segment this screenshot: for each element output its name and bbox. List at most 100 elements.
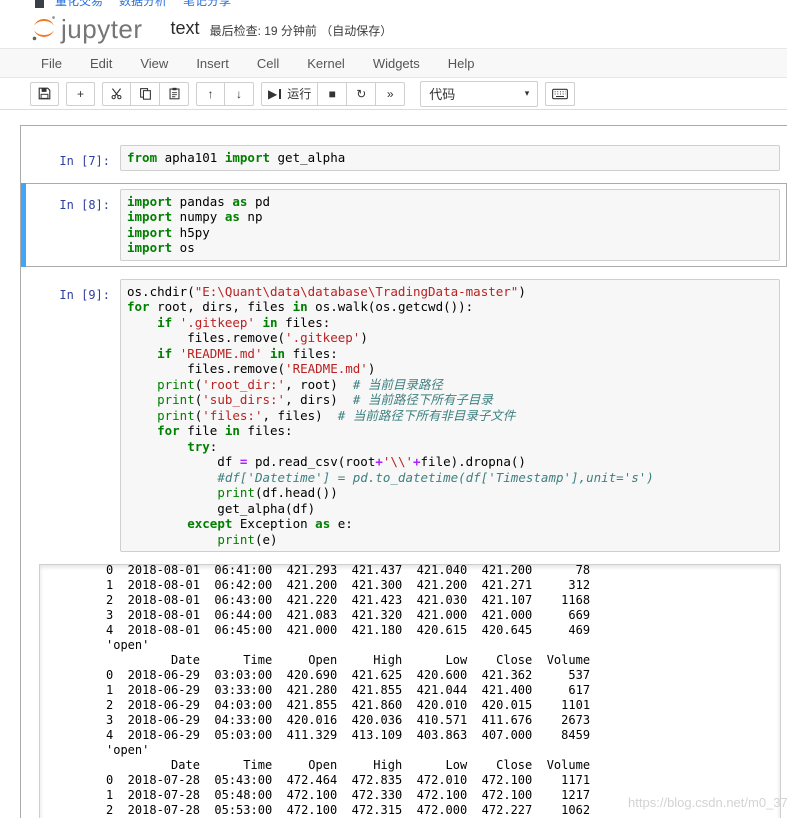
code-token	[172, 346, 180, 361]
code-token: 'files:'	[202, 408, 262, 423]
code-token	[127, 516, 187, 531]
code-token: h5py	[172, 225, 210, 240]
top-link[interactable]: 笔记分享	[183, 0, 231, 8]
notebook-cells: In [7]:from apha101 import get_alpha In […	[21, 139, 787, 558]
code-token: numpy	[172, 209, 225, 224]
code-input-area[interactable]: from apha101 import get_alpha	[120, 145, 780, 171]
notebook-header: jupyter text 最后检查: 19 分钟前 （自动保存）	[0, 8, 787, 48]
move-cell-up-button[interactable]: ↑	[196, 82, 225, 106]
dropdown-caret-icon: ▾	[525, 88, 530, 99]
menu-kernel[interactable]: Kernel	[293, 56, 359, 71]
move-cell-down-button[interactable]: ↓	[225, 82, 254, 106]
menu-help[interactable]: Help	[434, 56, 489, 71]
code-line: import os	[127, 240, 773, 256]
add-cell-button[interactable]: +	[66, 82, 95, 106]
code-token: , root)	[285, 377, 353, 392]
code-token: import	[127, 209, 172, 224]
command-palette-button[interactable]	[545, 82, 575, 106]
menu-view[interactable]: View	[126, 56, 182, 71]
code-token: as	[315, 516, 330, 531]
input-prompt: In [8]:	[22, 189, 120, 261]
code-line: files.remove('.gitkeep')	[127, 330, 773, 346]
menu-insert[interactable]: Insert	[182, 56, 243, 71]
restart-kernel-button[interactable]: ↻	[347, 82, 376, 106]
run-icon-bar	[279, 89, 281, 99]
code-token: import	[225, 150, 270, 165]
menu-widgets[interactable]: Widgets	[359, 56, 434, 71]
code-token: in	[270, 346, 285, 361]
code-token: # 当前路径下所有子目录	[353, 392, 493, 407]
code-line: if '.gitkeep' in files:	[127, 315, 773, 331]
move-up-icon: ↑	[208, 88, 214, 100]
code-token: os.walk(os.getcwd()):	[308, 299, 474, 314]
code-cell[interactable]: In [7]:from apha101 import get_alpha	[21, 139, 787, 177]
restart-run-all-button[interactable]: »	[376, 82, 405, 106]
cell-type-dropdown[interactable]: 代码 ▾	[420, 81, 538, 107]
toolbar: + ↑ ↓ ▶	[0, 78, 787, 110]
code-token: os.chdir(	[127, 284, 195, 299]
run-button[interactable]: ▶ 运行	[261, 82, 318, 106]
code-input-area[interactable]: os.chdir("E:\Quant\data\database\Trading…	[120, 279, 780, 553]
code-token: 'sub_dirs:'	[202, 392, 285, 407]
code-input-area[interactable]: import pandas as pdimport numpy as npimp…	[120, 189, 780, 261]
paste-button[interactable]	[160, 82, 189, 106]
code-token: in	[293, 299, 308, 314]
jupyter-notebook-page: 量化交易 数据分析 笔记分享 jupyter text 最后检查: 19 分钟前…	[0, 0, 787, 818]
code-token	[127, 485, 217, 500]
notebook-title[interactable]: text	[171, 18, 200, 39]
paste-icon	[168, 87, 181, 100]
code-token: files:	[285, 346, 338, 361]
code-token: pandas	[172, 194, 232, 209]
code-token: in	[263, 315, 278, 330]
code-token: from	[127, 150, 157, 165]
code-line: print('root_dir:', root) # 当前目录路径	[127, 377, 773, 393]
output-scroll-area[interactable]: 0 2018-08-01 06:41:00 421.293 421.437 42…	[39, 564, 781, 818]
code-token: files.remove(	[127, 330, 285, 345]
notebook-container: In [7]:from apha101 import get_alpha In […	[20, 125, 787, 818]
code-token: df	[127, 454, 240, 469]
code-token: e:	[330, 516, 353, 531]
move-down-icon: ↓	[236, 88, 242, 100]
code-token	[127, 532, 217, 547]
code-token: print	[217, 485, 255, 500]
code-token: '.gitkeep'	[180, 315, 255, 330]
code-token: as	[225, 209, 240, 224]
top-link[interactable]: 数据分析	[119, 0, 167, 8]
code-token: as	[232, 194, 247, 209]
code-token	[263, 346, 271, 361]
menu-edit[interactable]: Edit	[76, 56, 126, 71]
copy-button[interactable]	[131, 82, 160, 106]
code-line: #df['Datetime'] = pd.to_datetime(df['Tim…	[127, 470, 773, 486]
code-line: except Exception as e:	[127, 516, 773, 532]
code-token	[127, 408, 157, 423]
code-token: get_alpha(df)	[127, 501, 315, 516]
code-token: for	[157, 423, 180, 438]
code-token	[127, 423, 157, 438]
top-link[interactable]: 量化交易	[55, 0, 103, 8]
code-token: '\\'	[383, 454, 413, 469]
code-token: 'README.md'	[180, 346, 263, 361]
code-token: files.remove(	[127, 361, 285, 376]
stop-button[interactable]: ■	[318, 82, 347, 106]
code-token: "E:\Quant\data\database\TradingData-mast…	[195, 284, 519, 299]
code-cell-selected[interactable]: In [8]:import pandas as pdimport numpy a…	[21, 183, 787, 267]
code-token	[127, 392, 157, 407]
code-token: # 当前路径下所有非目录子文件	[338, 408, 516, 423]
code-token: '.gitkeep'	[285, 330, 360, 345]
code-line: for root, dirs, files in os.walk(os.getc…	[127, 299, 773, 315]
code-token: for	[127, 299, 150, 314]
code-cell[interactable]: In [9]:os.chdir("E:\Quant\data\database\…	[21, 273, 787, 559]
code-token: import	[127, 225, 172, 240]
code-token	[127, 346, 157, 361]
menu-cell[interactable]: Cell	[243, 56, 293, 71]
code-token: :	[210, 439, 218, 454]
run-button-label: 运行	[287, 85, 311, 102]
code-line: df = pd.read_csv(root+'\\'+file).dropna(…	[127, 454, 773, 470]
jupyter-logo[interactable]: jupyter	[30, 14, 143, 42]
cut-button[interactable]	[102, 82, 131, 106]
menu-file[interactable]: File	[27, 56, 76, 71]
code-token: except	[187, 516, 232, 531]
code-token: # 当前目录路径	[353, 377, 443, 392]
code-line: for file in files:	[127, 423, 773, 439]
save-button[interactable]	[30, 82, 59, 106]
